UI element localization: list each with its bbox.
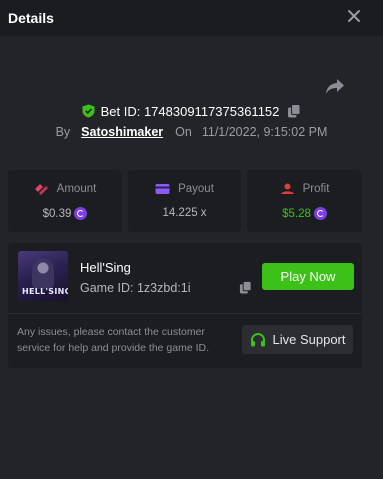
details-header: Details	[0, 0, 383, 36]
game-thumbnail[interactable]: HELL'SING	[18, 251, 68, 301]
game-logo: HELL'SING	[22, 287, 68, 296]
shield-check-icon	[82, 104, 95, 118]
payout-card: Payout 14.225 x	[128, 170, 241, 232]
bet-datetime: 11/1/2022, 9:15:02 PM	[201, 125, 328, 139]
amount-value: $0.39	[42, 207, 72, 220]
close-icon[interactable]	[347, 9, 361, 23]
headset-icon	[250, 332, 265, 346]
game-name: Hell'Sing	[80, 260, 131, 275]
by-label: By	[55, 125, 71, 139]
copy-icon[interactable]	[239, 281, 252, 294]
copy-icon[interactable]	[287, 104, 301, 118]
game-id: Game ID: 1z3zbd:1i	[80, 281, 191, 295]
coin-icon	[74, 207, 88, 220]
coin-icon	[313, 207, 327, 220]
support-note: Any issues, please contact the customer …	[17, 326, 210, 354]
profit-card: Profit $5.28	[247, 170, 362, 232]
character-figure	[32, 259, 54, 289]
profit-icon	[280, 183, 294, 194]
payout-label: Payout	[178, 183, 214, 195]
amount-icon	[34, 184, 48, 195]
on-label: On	[175, 125, 192, 139]
payout-value: 14.225 x	[162, 207, 207, 219]
live-support-button[interactable]: Live Support	[242, 325, 353, 354]
profit-value: $5.28	[282, 207, 311, 220]
share-icon[interactable]	[325, 78, 345, 95]
payout-icon	[155, 184, 170, 194]
username-link[interactable]: Satoshimaker	[81, 125, 163, 139]
divider	[8, 313, 362, 314]
bet-id: Bet ID: 1748309117375361152	[100, 103, 280, 119]
page-title: Details	[8, 10, 54, 26]
play-now-button[interactable]: Play Now	[262, 263, 354, 290]
amount-card: Amount $0.39	[8, 170, 122, 232]
live-support-label: Live Support	[272, 332, 346, 347]
game-card: HELL'SING Hell'Sing Game ID: 1z3zbd:1i P…	[8, 243, 362, 368]
profit-label: Profit	[302, 183, 330, 195]
bet-meta: By Satoshimaker On 11/1/2022, 9:15:02 PM	[0, 124, 383, 140]
amount-label: Amount	[56, 183, 97, 195]
bet-id-row: Bet ID: 1748309117375361152	[0, 102, 383, 120]
